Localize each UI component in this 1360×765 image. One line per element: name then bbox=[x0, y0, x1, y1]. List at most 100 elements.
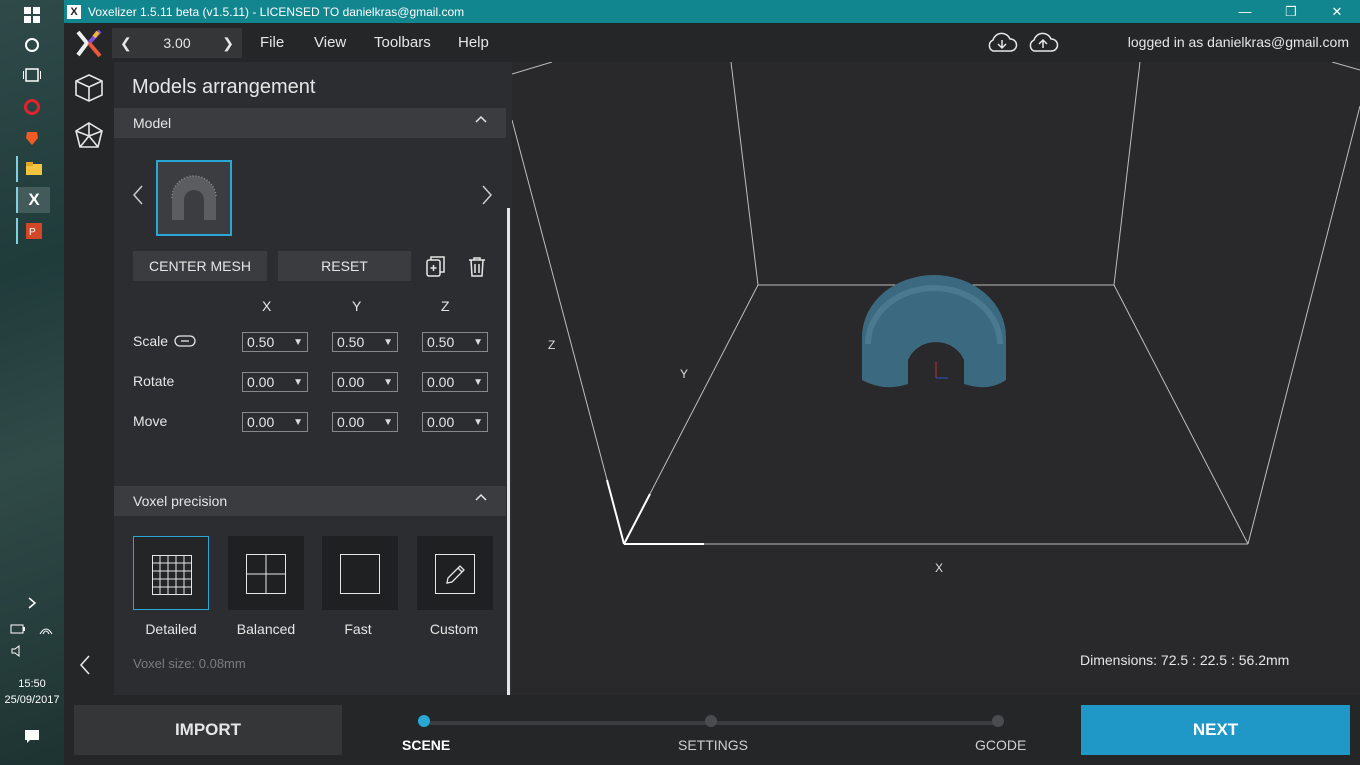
move-x-select[interactable]: 0.00 ▼ bbox=[242, 412, 308, 432]
zoom-decrease-button[interactable]: ❮ bbox=[112, 35, 140, 52]
cortana-icon[interactable] bbox=[16, 32, 48, 58]
precision-custom-label: Custom bbox=[429, 621, 479, 637]
chevron-up-icon[interactable] bbox=[474, 490, 488, 507]
next-button[interactable]: NEXT bbox=[1081, 705, 1350, 755]
cloud-download-icon[interactable] bbox=[985, 31, 1019, 55]
axis-x-label: X bbox=[935, 561, 944, 575]
axis-y-label: Y bbox=[680, 367, 689, 381]
precision-fast-label: Fast bbox=[344, 621, 372, 637]
chevron-down-icon: ▼ bbox=[473, 336, 483, 348]
link-scale-icon[interactable] bbox=[174, 334, 196, 353]
brave-icon[interactable] bbox=[16, 125, 48, 151]
precision-fast-option[interactable] bbox=[322, 536, 398, 610]
chevron-down-icon: ▼ bbox=[293, 416, 303, 428]
bottom-bar: IMPORT SCENE SETTINGS GCODE NEXT bbox=[64, 695, 1360, 765]
rotate-z-select[interactable]: 0.00 ▼ bbox=[422, 372, 488, 392]
move-z-select[interactable]: 0.00 ▼ bbox=[422, 412, 488, 432]
precision-custom-option[interactable] bbox=[417, 536, 493, 610]
wifi-icon[interactable] bbox=[34, 616, 58, 642]
powerpoint-icon[interactable]: P bbox=[16, 218, 50, 244]
step-settings-dot[interactable] bbox=[705, 715, 717, 727]
menu-toolbars[interactable]: Toolbars bbox=[374, 34, 431, 51]
clock-time: 15:50 bbox=[18, 678, 46, 690]
menu-help[interactable]: Help bbox=[458, 34, 489, 51]
file-explorer-icon[interactable] bbox=[16, 156, 50, 182]
trash-icon[interactable] bbox=[468, 257, 486, 282]
column-z: Z bbox=[441, 298, 450, 314]
chevron-up-icon[interactable] bbox=[474, 112, 488, 129]
menu-file[interactable]: File bbox=[260, 34, 284, 51]
zoom-increase-button[interactable]: ❯ bbox=[214, 35, 242, 52]
scale-z-select[interactable]: 0.50 ▼ bbox=[422, 332, 488, 352]
rotate-x-select[interactable]: 0.00 ▼ bbox=[242, 372, 308, 392]
action-center-icon[interactable] bbox=[16, 723, 48, 749]
windows-start-icon[interactable] bbox=[16, 2, 48, 28]
cube-icon[interactable] bbox=[73, 72, 105, 104]
scale-y-select[interactable]: 0.50 ▼ bbox=[332, 332, 398, 352]
close-button[interactable]: ✕ bbox=[1314, 0, 1360, 23]
voxel-size-text: Voxel size: 0.08mm bbox=[133, 656, 246, 671]
windows-taskbar: X P 15:50 25/09/2017 bbox=[0, 0, 64, 765]
window-title: Voxelizer 1.5.11 beta (v1.5.11) - LICENS… bbox=[88, 4, 465, 19]
menu-bar: ❮ 3.00 ❯ File View Toolbars Help logged … bbox=[64, 23, 1360, 62]
import-button[interactable]: IMPORT bbox=[74, 705, 342, 755]
login-status[interactable]: logged in as danielkras@gmail.com bbox=[1128, 34, 1349, 50]
cloud-upload-icon[interactable] bbox=[1026, 31, 1060, 55]
voxelizer-logo-icon bbox=[76, 28, 102, 58]
restore-button[interactable]: ❐ bbox=[1268, 0, 1314, 23]
voxel-precision-label: Voxel precision bbox=[133, 493, 228, 509]
chevron-right-icon[interactable] bbox=[16, 590, 48, 616]
column-y: Y bbox=[352, 298, 362, 314]
step-gcode-label[interactable]: GCODE bbox=[975, 737, 1026, 753]
zoom-value[interactable]: 3.00 bbox=[155, 35, 198, 51]
system-clock[interactable]: 15:50 25/09/2017 bbox=[0, 676, 64, 708]
move-y-select[interactable]: 0.00 ▼ bbox=[332, 412, 398, 432]
task-view-icon[interactable] bbox=[16, 62, 48, 88]
app-logo-icon: X bbox=[67, 4, 81, 19]
duplicate-icon[interactable] bbox=[426, 256, 446, 283]
volume-icon[interactable] bbox=[6, 638, 30, 664]
mesh-icon[interactable] bbox=[73, 120, 105, 152]
minimize-button[interactable]: — bbox=[1222, 0, 1268, 23]
move-label: Move bbox=[133, 413, 168, 429]
next-model-arrow-icon[interactable] bbox=[481, 184, 493, 212]
chevron-down-icon: ▼ bbox=[293, 336, 303, 348]
menu-view[interactable]: View bbox=[314, 34, 346, 51]
voxel-precision-header[interactable]: Voxel precision bbox=[114, 486, 506, 516]
precision-balanced-option[interactable] bbox=[228, 536, 304, 610]
chevron-down-icon: ▼ bbox=[473, 416, 483, 428]
mode-icon-strip bbox=[64, 62, 114, 695]
center-mesh-button[interactable]: CENTER MESH bbox=[133, 251, 267, 281]
model-section-header[interactable]: Model bbox=[114, 108, 506, 138]
voxelizer-taskbar-icon[interactable]: X bbox=[16, 187, 50, 213]
window-titlebar: X Voxelizer 1.5.11 beta (v1.5.11) - LICE… bbox=[64, 0, 1360, 23]
panel-scrollbar[interactable] bbox=[507, 208, 510, 695]
panel-title: Models arrangement bbox=[132, 76, 316, 98]
3d-viewport[interactable]: Z Y X Dimensions: 72.5 : 22.5 : 56.2mm bbox=[512, 62, 1360, 695]
arch-model[interactable] bbox=[862, 275, 1006, 388]
precision-detailed-option[interactable] bbox=[133, 536, 209, 610]
step-settings-label[interactable]: SETTINGS bbox=[678, 737, 748, 753]
zoom-stepper[interactable]: ❮ 3.00 ❯ bbox=[112, 28, 242, 58]
grid-quad-icon bbox=[246, 554, 286, 594]
scale-label: Scale bbox=[133, 333, 169, 349]
chevron-down-icon: ▼ bbox=[383, 336, 393, 348]
pencil-icon bbox=[435, 554, 475, 594]
precision-balanced-label: Balanced bbox=[236, 621, 296, 637]
precision-detailed-label: Detailed bbox=[145, 621, 197, 637]
rotate-label: Rotate bbox=[133, 373, 175, 389]
collapse-panel-icon[interactable] bbox=[78, 654, 110, 686]
build-volume-wireframe bbox=[512, 62, 1360, 545]
model-thumbnail[interactable] bbox=[156, 160, 232, 236]
clock-date: 25/09/2017 bbox=[4, 694, 60, 706]
rotate-y-select[interactable]: 0.00 ▼ bbox=[332, 372, 398, 392]
column-x: X bbox=[262, 298, 272, 314]
grid-fine-icon bbox=[152, 555, 192, 595]
prev-model-arrow-icon[interactable] bbox=[132, 184, 144, 212]
step-scene-label[interactable]: SCENE bbox=[402, 737, 450, 753]
step-scene-dot[interactable] bbox=[418, 715, 430, 727]
step-gcode-dot[interactable] bbox=[992, 715, 1004, 727]
scale-x-select[interactable]: 0.50 ▼ bbox=[242, 332, 308, 352]
reset-button[interactable]: RESET bbox=[278, 251, 411, 281]
opera-icon[interactable] bbox=[16, 94, 48, 120]
